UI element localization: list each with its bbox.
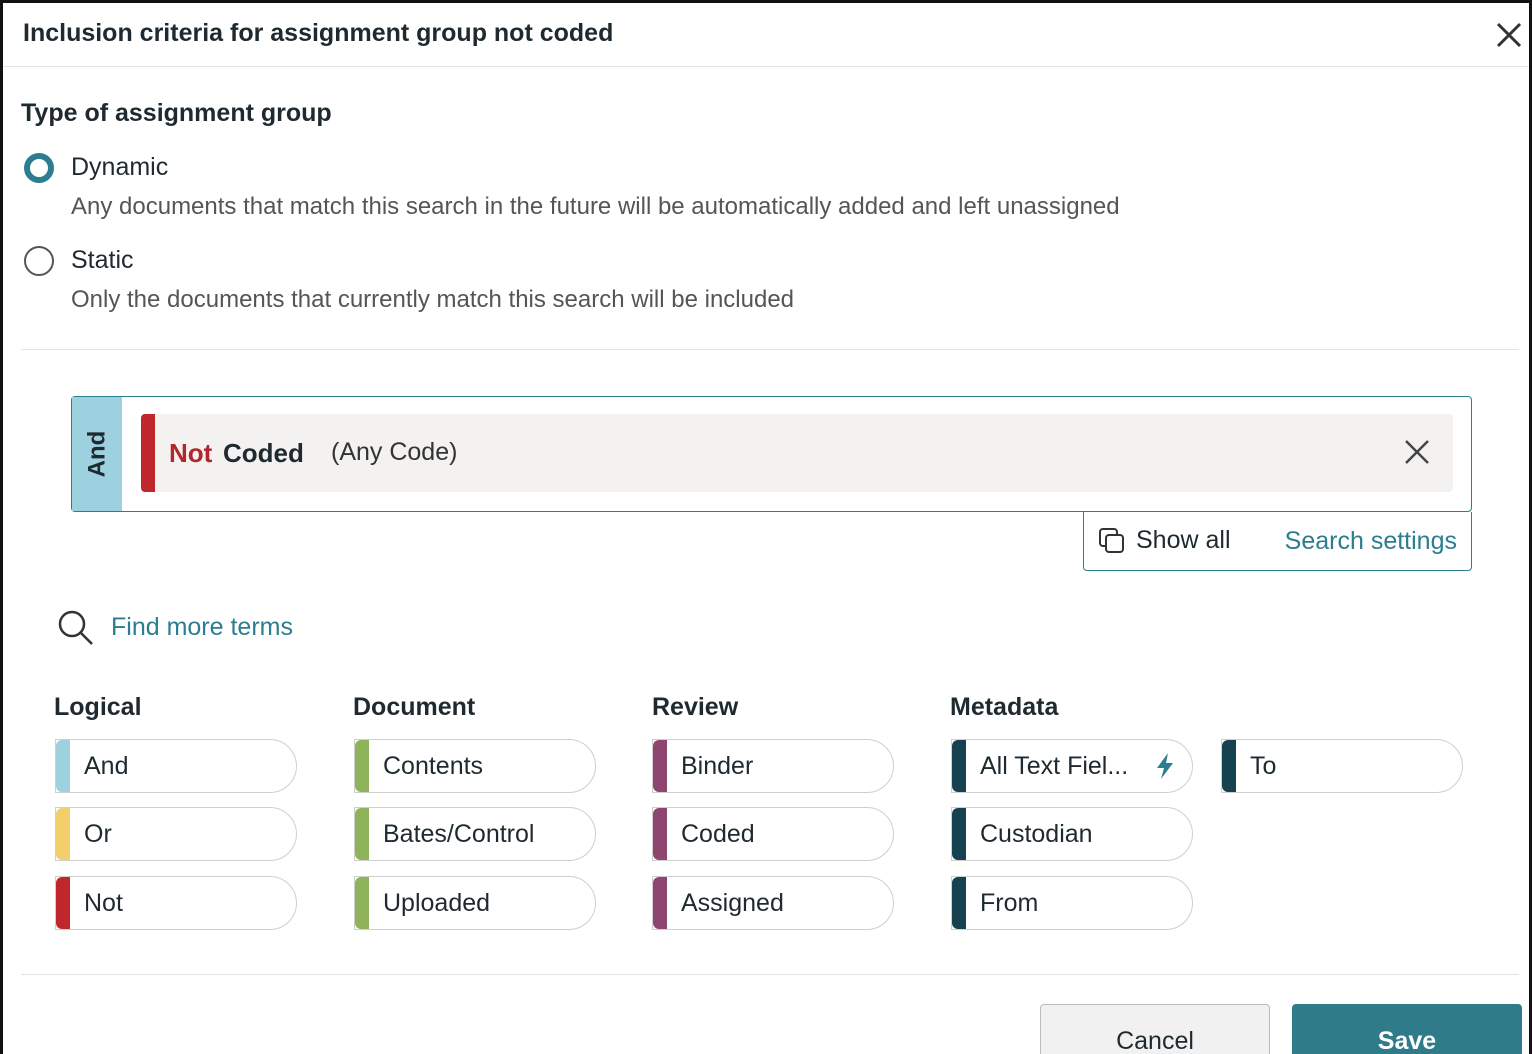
close-icon[interactable] xyxy=(1491,17,1527,53)
cancel-label: Cancel xyxy=(1116,1027,1194,1054)
pill-label: Assigned xyxy=(681,889,784,917)
query-actions: Show all Search settings xyxy=(1083,512,1472,571)
cancel-button[interactable]: Cancel xyxy=(1040,1004,1270,1054)
pill-color-stripe xyxy=(355,808,369,860)
term-pill-assigned[interactable]: Assigned xyxy=(652,876,894,930)
term-value: (Any Code) xyxy=(331,438,458,466)
term-pill-uploaded[interactable]: Uploaded xyxy=(354,876,596,930)
category-heading-document: Document xyxy=(353,693,476,721)
term-pill-and[interactable]: And xyxy=(55,739,297,793)
lightning-icon xyxy=(1157,753,1173,779)
dynamic-radio[interactable] xyxy=(24,153,54,183)
pill-color-stripe xyxy=(355,740,369,792)
term-pill-binder[interactable]: Binder xyxy=(652,739,894,793)
dialog-header: Inclusion criteria for assignment group … xyxy=(3,3,1529,67)
show-all-label: Show all xyxy=(1136,526,1231,554)
search-icon xyxy=(58,610,93,645)
dynamic-description: Any documents that match this search in … xyxy=(71,193,1120,220)
find-more-terms-button[interactable]: Find more terms xyxy=(55,607,293,647)
save-label: Save xyxy=(1377,1027,1437,1054)
dialog: Inclusion criteria for assignment group … xyxy=(0,0,1532,1054)
pill-label: All Text Fiel... xyxy=(980,752,1129,780)
pill-color-stripe xyxy=(653,808,667,860)
query-operator-label: And xyxy=(83,430,110,478)
category-heading-logical: Logical xyxy=(54,693,142,721)
section-divider xyxy=(21,349,1519,350)
search-settings-link[interactable]: Search settings xyxy=(1285,527,1457,556)
term-pill-not[interactable]: Not xyxy=(55,876,297,930)
save-button[interactable]: Save xyxy=(1292,1004,1522,1054)
dialog-title: Inclusion criteria for assignment group … xyxy=(23,19,614,47)
term-pill-all-text-fields[interactable]: All Text Fiel... xyxy=(951,739,1193,793)
pill-label: Custodian xyxy=(980,820,1093,848)
query-builder: And Not Coded (Any Code) xyxy=(71,396,1472,512)
copy-icon xyxy=(1099,527,1124,553)
show-all-button[interactable]: Show all xyxy=(1098,526,1231,555)
static-description: Only the documents that currently match … xyxy=(71,286,795,313)
assignment-type-heading: Type of assignment group xyxy=(21,99,332,127)
pill-color-stripe xyxy=(56,808,70,860)
pill-color-stripe xyxy=(355,877,369,929)
pill-color-stripe xyxy=(952,740,966,792)
pill-label: Binder xyxy=(681,752,754,780)
pill-color-stripe xyxy=(952,808,966,860)
term-pill-bates-control[interactable]: Bates/Control xyxy=(354,807,596,861)
pill-color-stripe xyxy=(952,877,966,929)
pill-label: Uploaded xyxy=(383,889,491,917)
term-pill-from[interactable]: From xyxy=(951,876,1193,930)
term-negation: Not xyxy=(169,438,213,468)
category-heading-metadata: Metadata xyxy=(950,693,1059,721)
pill-label: Or xyxy=(84,820,112,848)
term-pill-custodian[interactable]: Custodian xyxy=(951,807,1193,861)
pill-label: Not xyxy=(84,889,123,917)
pill-label: From xyxy=(980,889,1039,917)
find-more-terms-label: Find more terms xyxy=(111,612,293,641)
pill-label: Contents xyxy=(383,752,484,780)
footer-divider xyxy=(21,974,1519,975)
pill-color-stripe xyxy=(653,740,667,792)
query-term-chip[interactable]: Not Coded (Any Code) xyxy=(141,414,1453,492)
term-pill-or[interactable]: Or xyxy=(55,807,297,861)
pill-color-stripe xyxy=(1222,740,1236,792)
query-operator-and[interactable]: And xyxy=(72,397,122,511)
category-heading-review: Review xyxy=(652,693,739,721)
remove-term-icon[interactable] xyxy=(1399,434,1435,470)
pill-label: Coded xyxy=(681,820,755,848)
term-pill-contents[interactable]: Contents xyxy=(354,739,596,793)
static-radio[interactable] xyxy=(24,246,54,276)
pill-color-stripe xyxy=(56,877,70,929)
pill-color-stripe xyxy=(56,740,70,792)
pill-label: To xyxy=(1250,752,1277,780)
pill-label: Bates/Control xyxy=(383,820,535,848)
term-pill-coded[interactable]: Coded xyxy=(652,807,894,861)
pill-label: And xyxy=(84,752,129,780)
term-field: Coded xyxy=(223,438,304,468)
static-label[interactable]: Static xyxy=(71,246,134,275)
pill-color-stripe xyxy=(653,877,667,929)
dynamic-label[interactable]: Dynamic xyxy=(71,153,168,182)
term-pill-to[interactable]: To xyxy=(1221,739,1463,793)
